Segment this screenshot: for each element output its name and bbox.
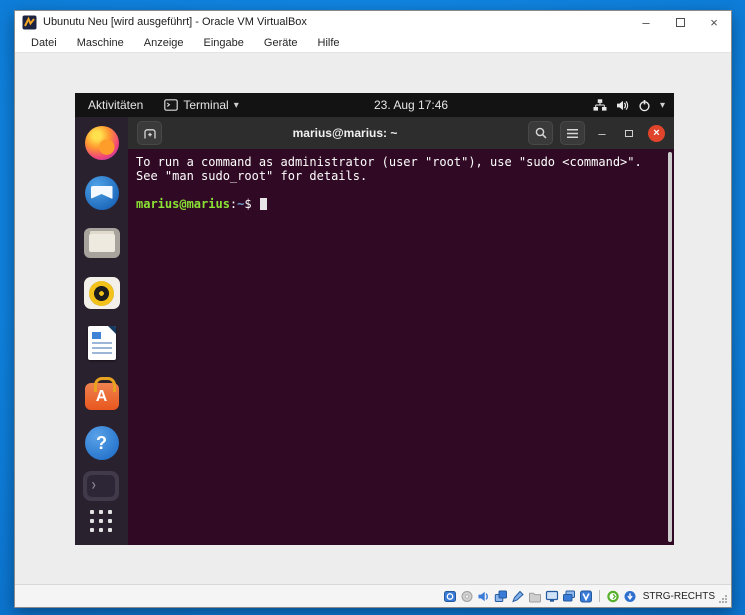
- dock-item-help[interactable]: ?: [84, 425, 120, 461]
- terminal-window: marius@marius: ~: [128, 117, 674, 545]
- host-maximize-button[interactable]: [663, 11, 697, 33]
- dock-item-files[interactable]: [84, 225, 120, 261]
- prompt-symbol: $: [244, 197, 251, 211]
- host-menubar: Datei Maschine Anzeige Eingabe Geräte Hi…: [15, 33, 731, 53]
- power-icon: [638, 99, 651, 112]
- dock-item-libreoffice-writer[interactable]: [84, 325, 120, 361]
- host-minimize-button[interactable]: –: [629, 11, 663, 33]
- keyboard-capture-icon[interactable]: [623, 590, 637, 603]
- vm-features-icon[interactable]: [579, 590, 593, 603]
- vm-desktop: A ? ❯: [75, 117, 674, 545]
- ubuntu-dock: A ? ❯: [75, 117, 128, 545]
- search-icon: [534, 126, 548, 140]
- dock-item-terminal[interactable]: ❯: [83, 471, 119, 501]
- terminal-output-line: To run a command as administrator (user …: [136, 155, 666, 169]
- statusbar-separator: [599, 590, 600, 602]
- terminal-output-line: See "man sudo_root" for details.: [136, 169, 666, 183]
- audio-icon[interactable]: [477, 590, 491, 603]
- hard-disks-icon[interactable]: [443, 590, 457, 603]
- menu-item-anzeige[interactable]: Anzeige: [134, 37, 194, 49]
- help-icon: ?: [85, 426, 119, 460]
- libreoffice-writer-icon: [88, 326, 116, 360]
- terminal-prompt-line: marius@marius:~$: [136, 197, 666, 211]
- host-key-label: STRG-RECHTS: [643, 591, 715, 602]
- new-tab-button[interactable]: [137, 121, 162, 145]
- menu-button[interactable]: [560, 121, 585, 145]
- vm-screen: Aktivitäten Terminal ▾ 23. Aug 17:46: [75, 93, 674, 545]
- rhythmbox-icon: [84, 277, 120, 309]
- terminal-scrollbar[interactable]: [668, 152, 672, 542]
- menu-item-eingabe[interactable]: Eingabe: [194, 37, 254, 49]
- resize-grip[interactable]: [725, 601, 727, 603]
- optical-drives-icon[interactable]: [460, 590, 474, 603]
- terminal-app-icon: [164, 99, 178, 111]
- volume-icon: [616, 99, 629, 112]
- gnome-top-bar: Aktivitäten Terminal ▾ 23. Aug 17:46: [75, 93, 674, 117]
- menu-item-maschine[interactable]: Maschine: [67, 37, 134, 49]
- menu-item-datei[interactable]: Datei: [21, 37, 67, 49]
- terminal-title: marius@marius: ~: [293, 126, 398, 140]
- app-menu-terminal[interactable]: Terminal ▾: [156, 98, 246, 112]
- virtualbox-window: Ubunutu Neu [wird ausgeführt] - Oracle V…: [14, 10, 732, 608]
- display-icon[interactable]: [545, 590, 559, 603]
- chevron-down-icon: ▾: [234, 100, 239, 111]
- host-close-button[interactable]: ×: [697, 11, 731, 33]
- files-folder-icon: [84, 228, 120, 258]
- host-window-controls: – ×: [629, 11, 731, 33]
- clock[interactable]: 23. Aug 17:46: [374, 93, 448, 117]
- dock-item-firefox[interactable]: [84, 125, 120, 161]
- search-button[interactable]: [528, 121, 553, 145]
- terminal-headerbar: marius@marius: ~: [128, 117, 674, 149]
- dock-item-thunderbird[interactable]: [84, 175, 120, 211]
- shared-folders-icon[interactable]: [528, 590, 542, 603]
- menu-item-hilfe[interactable]: Hilfe: [308, 37, 350, 49]
- network-tree-icon: [593, 99, 607, 111]
- prompt-user-host: marius@marius: [136, 197, 230, 211]
- terminal-cursor: [260, 198, 267, 210]
- system-menu-chevron-icon: ▾: [660, 100, 665, 111]
- dock-item-rhythmbox[interactable]: [84, 275, 120, 311]
- virtualbox-logo-icon: [22, 15, 37, 30]
- terminal-restore-button[interactable]: [619, 121, 639, 145]
- host-client-area: Aktivitäten Terminal ▾ 23. Aug 17:46: [15, 53, 731, 584]
- terminal-dock-icon: ❯: [87, 475, 115, 497]
- system-status-area[interactable]: ▾: [593, 99, 674, 112]
- dock-item-ubuntu-software[interactable]: A: [84, 375, 120, 411]
- hamburger-menu-icon: [566, 128, 579, 139]
- thunderbird-icon: [85, 176, 119, 210]
- recording-icon[interactable]: [562, 590, 576, 603]
- terminal-minimize-button[interactable]: –: [592, 121, 612, 145]
- terminal-close-button[interactable]: ×: [648, 125, 665, 142]
- app-menu-label: Terminal: [183, 98, 228, 112]
- mouse-integration-icon[interactable]: [606, 590, 620, 603]
- firefox-icon: [85, 126, 119, 160]
- windows-desktop: Ubunutu Neu [wird ausgeführt] - Oracle V…: [0, 0, 745, 615]
- network-adapters-icon[interactable]: [494, 590, 508, 603]
- terminal-output-area[interactable]: To run a command as administrator (user …: [128, 149, 674, 545]
- window-title: Ubunutu Neu [wird ausgeführt] - Oracle V…: [43, 16, 629, 28]
- show-applications-button[interactable]: [90, 510, 113, 533]
- ubuntu-software-icon: A: [85, 383, 119, 410]
- activities-button[interactable]: Aktivitäten: [75, 98, 156, 112]
- new-tab-icon: [142, 126, 158, 140]
- host-statusbar: STRG-RECHTS: [15, 584, 731, 607]
- usb-devices-icon[interactable]: [511, 590, 525, 603]
- host-titlebar: Ubunutu Neu [wird ausgeführt] - Oracle V…: [15, 11, 731, 33]
- menu-item-geraete[interactable]: Geräte: [254, 37, 308, 49]
